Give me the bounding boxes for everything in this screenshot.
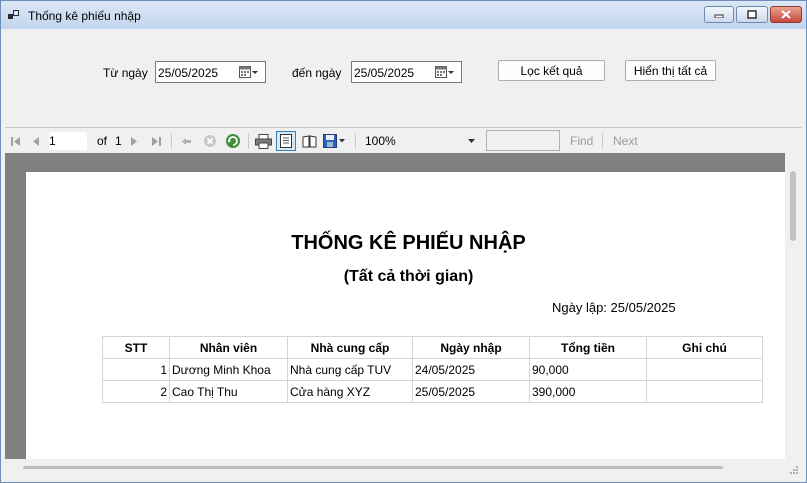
maximize-icon — [747, 10, 757, 19]
window-app-icon — [8, 10, 19, 19]
table-cell: Cửa hàng XYZ — [287, 380, 413, 403]
table-cell: 25/05/2025 — [412, 380, 530, 403]
next-page-button[interactable] — [128, 132, 140, 150]
report-date: Ngày lập: 25/05/2025 — [552, 300, 676, 315]
toolbar-separator — [248, 133, 249, 149]
next-page-icon — [130, 136, 137, 146]
main-window: Thống kê phiếu nhập Từ ngày 25/05/2025 đ… — [0, 0, 807, 483]
table-row: 2 Cao Thị Thu Cửa hàng XYZ 25/05/2025 39… — [102, 380, 763, 403]
table-cell — [646, 358, 763, 381]
report-subtitle: (Tất cả thời gian) — [343, 268, 474, 285]
window-title: Thống kê phiếu nhập — [28, 9, 141, 23]
table-cell: 2 — [102, 380, 170, 403]
from-date-label: Từ ngày — [103, 66, 148, 80]
stop-button[interactable] — [202, 132, 218, 150]
table-row: 1 Dương Minh Khoa Nhà cung cấp TUV 24/05… — [102, 358, 763, 381]
from-date-picker[interactable]: 25/05/2025 — [155, 61, 266, 83]
filter-panel: Từ ngày 25/05/2025 đến ngày 25/05/2025 L… — [5, 29, 802, 127]
minimize-button[interactable] — [704, 6, 734, 23]
back-icon — [181, 137, 191, 145]
last-page-icon — [151, 136, 161, 146]
table-cell: 390,000 — [529, 380, 647, 403]
table-cell: 24/05/2025 — [412, 358, 530, 381]
next-link[interactable]: Next — [613, 132, 638, 150]
from-date-value: 25/05/2025 — [158, 66, 219, 80]
toolbar-separator — [171, 133, 172, 149]
print-layout-icon — [280, 134, 292, 148]
to-date-picker[interactable]: 25/05/2025 — [351, 61, 462, 83]
table-cell: Nhà cung cấp TUV — [287, 358, 413, 381]
close-icon — [781, 10, 791, 19]
resize-grip-icon[interactable] — [789, 465, 799, 475]
refresh-icon — [226, 134, 240, 148]
minimize-icon — [714, 14, 724, 18]
toolbar-separator — [602, 133, 603, 149]
calendar-icon[interactable] — [435, 66, 455, 79]
column-header: Nhà cung cấp — [287, 336, 413, 359]
table-header-row: STT Nhân viên Nhà cung cấp Ngày nhập Tổn… — [102, 336, 763, 359]
export-button[interactable] — [322, 132, 348, 150]
chevron-down-icon — [468, 139, 475, 143]
table-cell: 90,000 — [529, 358, 647, 381]
column-header: Ghi chú — [646, 336, 763, 359]
zoom-select[interactable]: 100% — [365, 132, 475, 150]
column-header: Nhân viên — [169, 336, 288, 359]
find-input[interactable] — [486, 130, 560, 151]
page-setup-icon — [302, 134, 316, 147]
calendar-icon[interactable] — [239, 66, 259, 79]
page-total-label: 1 — [115, 134, 122, 148]
page-setup-button[interactable] — [300, 132, 318, 150]
report-title: THỐNG KÊ PHIẾU NHẬP — [291, 232, 526, 254]
vertical-scroll-thumb[interactable] — [790, 171, 796, 241]
filter-button[interactable]: Lọc kết quả — [498, 60, 605, 81]
stop-icon — [204, 135, 216, 147]
print-button[interactable] — [253, 132, 273, 150]
back-button[interactable] — [179, 132, 193, 150]
table-cell: 1 — [102, 358, 170, 381]
prev-page-icon — [32, 136, 39, 146]
print-icon — [254, 133, 272, 149]
report-page: THỐNG KÊ PHIẾU NHẬP (Tất cả thời gian) N… — [26, 172, 791, 459]
maximize-button[interactable] — [736, 6, 768, 23]
page-number-input[interactable]: 1 — [49, 132, 87, 150]
prev-page-button[interactable] — [28, 132, 42, 150]
to-date-label: đến ngày — [292, 66, 342, 80]
export-icon — [323, 134, 345, 148]
horizontal-scrollbar[interactable] — [5, 459, 785, 476]
close-button[interactable] — [770, 6, 802, 23]
first-page-button[interactable] — [8, 132, 22, 150]
toolbar-separator — [355, 133, 356, 149]
table-cell — [646, 380, 763, 403]
column-header: Tổng tiền — [529, 336, 647, 359]
page-of-label: of — [97, 134, 108, 148]
find-link[interactable]: Find — [570, 132, 593, 150]
column-header: STT — [102, 336, 170, 359]
zoom-value: 100% — [365, 134, 396, 148]
print-layout-button[interactable] — [276, 131, 296, 151]
vertical-scrollbar[interactable] — [785, 153, 802, 459]
report-toolbar: 1 of 1 100% Find Next — [5, 127, 802, 154]
report-table: STT Nhân viên Nhà cung cấp Ngày nhập Tổn… — [102, 336, 763, 403]
refresh-button[interactable] — [224, 132, 242, 150]
column-header: Ngày nhập — [412, 336, 530, 359]
title-bar: Thống kê phiếu nhập — [1, 1, 806, 29]
report-viewer: THỐNG KÊ PHIẾU NHẬP (Tất cả thời gian) N… — [5, 153, 802, 459]
table-cell: Cao Thị Thu — [169, 380, 288, 403]
last-page-button[interactable] — [149, 132, 163, 150]
first-page-icon — [10, 136, 20, 146]
horizontal-scroll-thumb[interactable] — [23, 466, 723, 469]
table-cell: Dương Minh Khoa — [169, 358, 288, 381]
to-date-value: 25/05/2025 — [354, 66, 415, 80]
show-all-button[interactable]: Hiển thị tất cả — [625, 60, 716, 81]
